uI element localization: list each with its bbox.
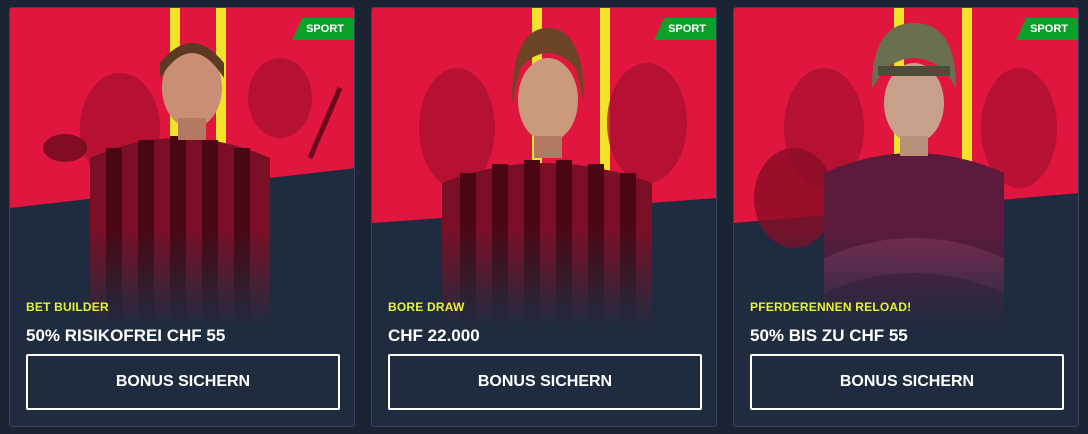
sport-badge: SPORT — [292, 18, 354, 40]
bonus-sichern-button[interactable]: BONUS SICHERN — [750, 354, 1064, 410]
promo-card-bet-builder[interactable]: SPORT BET BUILDER 50% RISIKOFREI CHF 55 … — [9, 7, 355, 427]
promo-category: BET BUILDER — [26, 300, 109, 314]
promo-image-football-players — [10, 8, 354, 328]
promo-offer: 50% BIS ZU CHF 55 — [750, 326, 908, 345]
promo-category: BORE DRAW — [388, 300, 465, 314]
promo-offer: CHF 22.000 — [388, 326, 480, 345]
promo-offer: 50% RISIKOFREI CHF 55 — [26, 326, 226, 345]
sport-badge: SPORT — [1016, 18, 1078, 40]
promo-category: PFERDERENNEN RELOAD! — [750, 300, 912, 314]
bonus-sichern-button[interactable]: BONUS SICHERN — [388, 354, 702, 410]
bonus-sichern-button[interactable]: BONUS SICHERN — [26, 354, 340, 410]
promo-image-footballer — [372, 8, 716, 328]
promo-image-jockeys — [734, 8, 1078, 328]
sport-badge: SPORT — [654, 18, 716, 40]
promo-card-pferderennen-reload[interactable]: SPORT PFERDERENNEN RELOAD! 50% BIS ZU CH… — [733, 7, 1079, 427]
promo-card-list: SPORT BET BUILDER 50% RISIKOFREI CHF 55 … — [0, 0, 1088, 434]
promo-card-bore-draw[interactable]: SPORT BORE DRAW CHF 22.000 BONUS SICHERN — [371, 7, 717, 427]
